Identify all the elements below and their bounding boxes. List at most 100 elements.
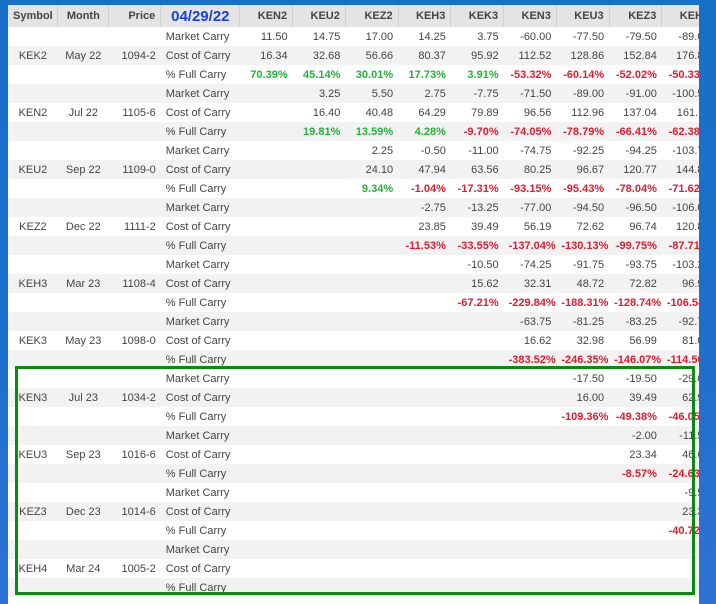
value-cell-keu2	[292, 426, 346, 445]
table-row-keu3-market: Market Carry-2.00-11.50-71.25	[8, 426, 699, 445]
value-cell-kek3: -13.25	[450, 198, 504, 217]
value-cell-kez2	[345, 559, 398, 578]
value-cell-kek3	[450, 312, 504, 331]
value-cell-kez2: 40.48	[365, 106, 394, 119]
month-cell: Dec 23	[57, 502, 109, 521]
header-symbol[interactable]: Symbol	[8, 5, 59, 27]
value-cell-kez2	[345, 521, 398, 540]
value-cell-keu2: 45.14%	[303, 68, 341, 81]
value-cell-kek3	[450, 578, 504, 597]
price-cell: 1016-6	[121, 448, 156, 461]
value-cell-keu3	[556, 540, 610, 559]
value-cell-keu2	[292, 540, 346, 559]
value-cell-ken3	[503, 464, 557, 483]
header-price[interactable]: Price	[108, 5, 162, 27]
row-label: Market Carry	[160, 540, 240, 559]
value-cell-keu2	[292, 312, 346, 331]
value-cell-keu2	[292, 236, 346, 255]
value-cell-keu2: 14.75	[312, 30, 341, 43]
row-label: Market Carry	[165, 144, 230, 157]
value-cell-keu3: -81.25	[556, 312, 610, 331]
month-cell: May 22	[57, 46, 109, 65]
month-cell: May 23	[65, 334, 102, 347]
header-keu3[interactable]: KEU3	[556, 5, 610, 27]
value-cell-ken3	[503, 540, 557, 559]
value-cell-ken2: 70.39%	[250, 68, 288, 81]
table-row-kez3-full: % Full Carry-40.72%-177.72%	[8, 521, 699, 540]
value-cell-kez3: 152.84	[609, 46, 662, 65]
value-cell-keh4: 46.69	[682, 448, 699, 461]
value-cell-kez3: -83.25	[609, 312, 662, 331]
month-cell	[57, 350, 109, 369]
header-ken2[interactable]: KEN2	[239, 5, 294, 27]
value-cell-keh4: -71.62%	[668, 182, 699, 195]
value-cell-keh3	[398, 255, 451, 274]
value-cell-keh3: -2.75	[398, 198, 451, 217]
row-label: Cost of Carry	[165, 562, 231, 575]
value-cell-ken2	[239, 388, 293, 407]
value-cell-ken2	[240, 141, 293, 160]
value-cell-kek3	[451, 483, 504, 502]
table-row-kez3-market: Market Carry-9.50-69.25	[8, 483, 699, 502]
table-header-row: Symbol Month Price 04/29/22 KEN2 KEU2 KEZ2…	[8, 5, 699, 27]
value-cell-keu3: -91.75	[572, 258, 605, 271]
symbol-cell	[8, 141, 58, 160]
value-cell-kez3: -99.75%	[609, 236, 662, 255]
header-ken3[interactable]: KEN3	[503, 5, 557, 27]
value-cell-kez3	[609, 502, 662, 521]
header-keh3[interactable]: KEH3	[398, 5, 452, 27]
table-row-kek3-market: Market Carry-63.75-81.25-83.25-92.75-152…	[8, 312, 699, 331]
row-label: % Full Carry	[160, 236, 240, 255]
value-cell-keu2	[292, 388, 346, 407]
header-month[interactable]: Month	[57, 5, 110, 27]
value-cell-keh4: -106.00	[661, 198, 699, 217]
value-cell-keu2	[292, 160, 346, 179]
symbol-cell	[8, 578, 58, 597]
value-cell-kek3: -67.21%	[457, 296, 499, 309]
table-row-kez2-market: Market Carry -2.75 -13.25 -77.00 -94.50 -96.5…	[8, 198, 699, 217]
value-cell-kez3: 39.49	[609, 388, 662, 407]
table-row-keu3-full: % Full Carry-8.57%-24.63%-114.30%	[8, 464, 699, 483]
header-kez3[interactable]: KEZ3	[609, 5, 663, 27]
header-date: 04/29/22	[160, 5, 241, 27]
value-cell-keu2	[292, 578, 346, 597]
symbol-cell: KEZ3	[8, 502, 58, 521]
value-cell-keu3: -188.31%	[561, 296, 609, 309]
value-cell-keh4: -106.54%	[666, 296, 699, 309]
value-cell-keu2	[292, 198, 346, 217]
header-kek3[interactable]: KEK3	[450, 5, 505, 27]
value-cell-keh4: -114.50%	[661, 350, 699, 369]
table-row-keh3-market: Market Carry -10.50 -74.25 -91.75 -93.75 -103…	[8, 255, 699, 274]
value-cell-keh3: 4.28%	[398, 122, 451, 141]
price-cell	[109, 369, 161, 388]
header-keh4[interactable]: KEH4	[661, 5, 699, 27]
value-cell-kek3: -7.75	[450, 84, 504, 103]
value-cell-ken2	[239, 350, 293, 369]
value-cell-keu3: -94.50	[556, 198, 610, 217]
value-cell-ken2	[239, 274, 293, 293]
value-cell-keh3: 2.75	[398, 84, 451, 103]
price-cell	[108, 122, 161, 141]
value-cell-keh3	[398, 578, 451, 597]
value-cell-kek3	[450, 426, 504, 445]
value-cell-keu2	[292, 464, 346, 483]
value-cell-keh3	[398, 331, 451, 350]
symbol-cell	[8, 84, 58, 103]
row-label: Market Carry	[160, 312, 240, 331]
value-cell-kez3	[609, 540, 662, 559]
header-keu2[interactable]: KEU2	[292, 5, 346, 27]
value-cell-ken2: 11.50	[260, 30, 288, 43]
value-cell-kez2: 30.01%	[355, 68, 394, 81]
value-cell-ken3: -60.00	[520, 30, 552, 43]
value-cell-kez3	[609, 559, 662, 578]
value-cell-ken2	[239, 236, 293, 255]
value-cell-kez2	[345, 464, 399, 483]
table-row-keu3-cost: KEU3Sep 231016-6Cost of Carry23.3446.696…	[8, 445, 699, 464]
table-row-kek3-cost: KEK3 May 23 1098-0 Cost of Carry 16.62 32.98 5…	[8, 331, 699, 350]
value-cell-keu2	[293, 331, 346, 350]
value-cell-keh4	[661, 540, 699, 559]
value-cell-ken3: -74.25	[520, 258, 552, 271]
value-cell-keu3: 48.72	[556, 274, 610, 293]
value-cell-keh3	[398, 521, 451, 540]
header-kez2[interactable]: KEZ2	[345, 5, 399, 27]
